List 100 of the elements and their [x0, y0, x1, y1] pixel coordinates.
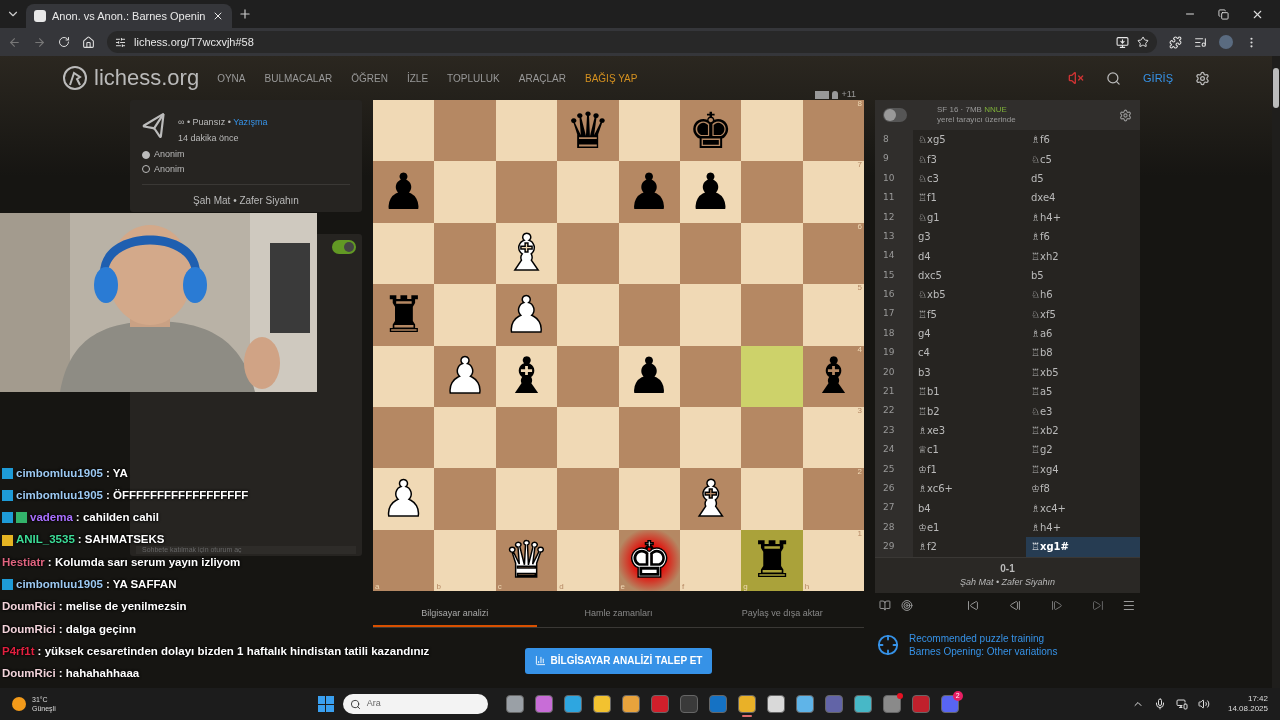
- login-link[interactable]: GİRİŞ: [1143, 69, 1173, 87]
- taskbar-search-field[interactable]: Ara: [342, 694, 488, 714]
- board-square[interactable]: [618, 100, 680, 162]
- chess-piece[interactable]: ♚: [688, 105, 733, 156]
- chess-piece[interactable]: ♝: [504, 351, 549, 402]
- move-cell[interactable]: ♘f3: [913, 149, 1026, 169]
- board-square[interactable]: [495, 406, 558, 469]
- move-cell[interactable]: ♖xh2: [1026, 246, 1140, 266]
- board-square[interactable]: [679, 222, 742, 285]
- move-cell[interactable]: ♘xb5: [913, 285, 1026, 305]
- board-square[interactable]: [618, 406, 680, 469]
- move-cell[interactable]: ♖b8: [1026, 343, 1140, 363]
- board-square[interactable]: [495, 161, 558, 223]
- move-cell[interactable]: d5: [1026, 168, 1140, 189]
- move-cell[interactable]: g3: [913, 226, 1026, 247]
- last-move-icon[interactable]: [1092, 599, 1105, 613]
- taskbar-app-icon[interactable]: [795, 695, 814, 713]
- volume-icon[interactable]: [1197, 698, 1210, 710]
- extensions-icon[interactable]: [1169, 35, 1182, 49]
- board-square[interactable]: [618, 222, 680, 285]
- move-cell[interactable]: ♘h6: [1026, 285, 1140, 305]
- board-square[interactable]: [679, 345, 742, 407]
- analysis-tab[interactable]: Bilgisayar analizi: [373, 607, 537, 627]
- move-cell[interactable]: ♔f8: [1026, 479, 1140, 499]
- board-square[interactable]: [557, 222, 619, 285]
- move-cell[interactable]: ♖xg4: [1026, 459, 1140, 480]
- nav-link[interactable]: BAĞIŞ YAP: [585, 70, 638, 86]
- install-icon[interactable]: [1116, 35, 1129, 49]
- site-info-icon[interactable]: [115, 36, 126, 48]
- engine-toggle[interactable]: [883, 108, 907, 122]
- analysis-tab[interactable]: Hamle zamanları: [536, 607, 701, 627]
- knight-logo-icon[interactable]: [62, 65, 88, 91]
- microphone-icon[interactable]: [1153, 698, 1166, 710]
- book-icon[interactable]: [879, 599, 891, 613]
- move-cell[interactable]: ♘c5: [1026, 149, 1140, 169]
- move-cell[interactable]: ♕c1: [913, 440, 1026, 460]
- move-cell[interactable]: ♖b1: [913, 382, 1026, 402]
- move-cell[interactable]: ♗h4+: [1026, 517, 1140, 538]
- board-square[interactable]: ♟: [618, 345, 680, 407]
- move-cell[interactable]: ♖g2: [1026, 440, 1140, 460]
- move-cell[interactable]: ♔e1: [913, 517, 1026, 538]
- board-square[interactable]: [679, 284, 742, 346]
- move-cell[interactable]: ♖xb2: [1026, 420, 1140, 441]
- move-cell[interactable]: ♘c3: [913, 168, 1026, 189]
- move-cell[interactable]: c4: [913, 343, 1026, 363]
- taskbar-app-icon[interactable]: [737, 695, 756, 713]
- taskbar-app-icon[interactable]: [592, 695, 611, 713]
- move-cell[interactable]: b3: [913, 362, 1026, 383]
- bookmark-icon[interactable]: [1137, 36, 1149, 48]
- reload-icon[interactable]: [58, 36, 70, 48]
- next-move-icon[interactable]: [1050, 599, 1063, 613]
- taskbar-app-icon[interactable]: [853, 695, 872, 713]
- address-field[interactable]: lichess.org/T7wcxvjh#58: [107, 31, 1157, 53]
- move-cell[interactable]: ♖xb5: [1026, 362, 1140, 383]
- move-cell[interactable]: ♗xc6+: [913, 479, 1026, 499]
- move-cell[interactable]: b5: [1026, 265, 1140, 286]
- board-square[interactable]: [434, 222, 496, 285]
- media-icon[interactable]: [1194, 35, 1207, 49]
- board-square[interactable]: ♝: [495, 345, 558, 407]
- board-square[interactable]: [373, 222, 435, 285]
- board-square[interactable]: ♜: [373, 284, 435, 346]
- site-logo[interactable]: lichess.org: [94, 67, 200, 89]
- move-cell[interactable]: d4: [913, 246, 1026, 266]
- nav-link[interactable]: ARAÇLAR: [518, 70, 566, 86]
- board-square[interactable]: [434, 406, 496, 469]
- scrollbar[interactable]: [1272, 56, 1280, 688]
- nav-link[interactable]: TOPLULUK: [447, 70, 500, 86]
- game-type-link[interactable]: Yazışma: [233, 117, 268, 127]
- opening-link[interactable]: Barnes Opening: Other variations: [909, 644, 1058, 658]
- home-icon[interactable]: [82, 35, 95, 49]
- board-square[interactable]: ♟: [618, 161, 680, 223]
- network-icon[interactable]: [1175, 698, 1188, 710]
- move-cell[interactable]: ♗h4+: [1026, 207, 1140, 227]
- move-cell[interactable]: ♖a5: [1026, 382, 1140, 402]
- nav-link[interactable]: OYNA: [217, 70, 246, 86]
- move-cell[interactable]: ♔f1: [913, 459, 1026, 480]
- taskbar-app-icon[interactable]: [534, 695, 553, 713]
- restore-icon[interactable]: [1218, 8, 1229, 20]
- board-square[interactable]: [741, 222, 803, 285]
- move-cell[interactable]: ♖b2: [913, 401, 1026, 421]
- move-cell[interactable]: ♗f6: [1026, 226, 1140, 247]
- taskbar-app-icon[interactable]: [766, 695, 785, 713]
- browser-tab[interactable]: Anon. vs Anon.: Barnes Openin: [26, 4, 232, 28]
- new-tab-icon[interactable]: [237, 7, 252, 21]
- board-square[interactable]: [373, 345, 435, 407]
- puzzle-target-icon[interactable]: [877, 633, 899, 656]
- move-cell[interactable]: dxe4: [1026, 188, 1140, 208]
- taskbar-app-icon[interactable]: [505, 695, 524, 713]
- chess-piece[interactable]: ♟: [381, 167, 427, 218]
- first-move-icon[interactable]: [966, 599, 979, 613]
- board-square[interactable]: [679, 406, 742, 469]
- chat-toggle[interactable]: [332, 240, 356, 254]
- move-cell[interactable]: ♖f5: [913, 304, 1026, 324]
- move-cell[interactable]: ♖xg1#: [1026, 537, 1140, 557]
- move-cell[interactable]: ♖f1: [913, 188, 1026, 208]
- move-cell[interactable]: ♘xg5: [913, 130, 1026, 150]
- board-square[interactable]: ♛: [557, 100, 619, 162]
- chess-piece[interactable]: ♟: [688, 167, 733, 218]
- move-cell[interactable]: ♗xc4+: [1026, 498, 1140, 518]
- nav-link[interactable]: İZLE: [407, 70, 429, 86]
